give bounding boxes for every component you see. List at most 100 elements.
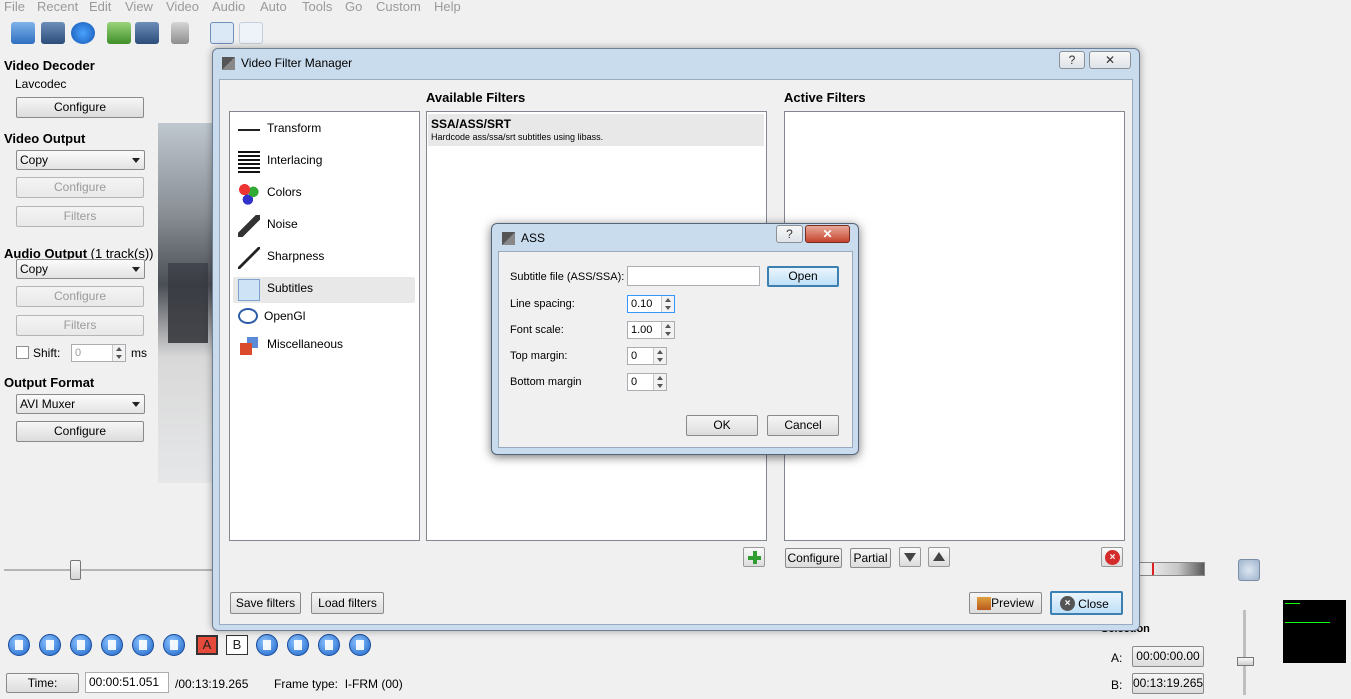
- stop-icon[interactable]: [39, 634, 61, 656]
- shift-spinbox[interactable]: 0: [71, 344, 126, 362]
- vfm-close-x-button[interactable]: ✕: [1089, 51, 1131, 69]
- menu-edit[interactable]: Edit: [89, 0, 111, 14]
- category-transform[interactable]: Transform: [236, 117, 416, 143]
- menu-custom[interactable]: Custom: [376, 0, 421, 14]
- preview-button[interactable]: Preview: [969, 592, 1042, 614]
- category-colors[interactable]: Colors: [236, 181, 416, 207]
- remove-filter-icon[interactable]: ×: [1101, 547, 1123, 567]
- top-margin-spinbox[interactable]: 0: [627, 347, 667, 365]
- output-format-configure-button[interactable]: Configure: [16, 421, 144, 442]
- spin-arrows-icon[interactable]: [661, 296, 674, 312]
- volume-marker: [1152, 563, 1154, 575]
- ass-close-x-button[interactable]: ✕: [805, 225, 850, 243]
- menu-recent[interactable]: Recent: [37, 0, 78, 14]
- volume-slider-handle[interactable]: [1237, 657, 1254, 666]
- marker-b-time-button[interactable]: 00:13:19.265: [1132, 673, 1204, 694]
- output-format-select[interactable]: AVI Muxer: [16, 394, 145, 414]
- cancel-button[interactable]: Cancel: [767, 415, 839, 436]
- shift-checkbox[interactable]: [16, 346, 29, 359]
- spin-arrows-icon[interactable]: [112, 345, 125, 361]
- timeline-track[interactable]: [4, 569, 214, 571]
- spin-arrows-icon[interactable]: [661, 322, 674, 338]
- partial-filter-button[interactable]: Partial: [850, 548, 891, 568]
- top-margin-label: Top margin:: [510, 350, 568, 362]
- line-spacing-spinbox[interactable]: 0.10: [627, 295, 675, 313]
- open-folder-green-icon[interactable]: [107, 22, 131, 44]
- set-marker-b-button[interactable]: B: [226, 635, 248, 655]
- menu-go[interactable]: Go: [345, 0, 362, 14]
- menu-view[interactable]: View: [125, 0, 153, 14]
- filter-category-list[interactable]: Transform Interlacing Colors Noise Sharp…: [229, 111, 420, 541]
- output-icon[interactable]: [239, 22, 263, 44]
- opengl-icon: [238, 308, 258, 324]
- close-button[interactable]: × Close: [1050, 591, 1123, 615]
- input-icon[interactable]: [210, 22, 234, 44]
- menu-file[interactable]: File: [4, 0, 25, 14]
- open-folder-icon[interactable]: [11, 22, 35, 44]
- menu-video[interactable]: Video: [166, 0, 199, 14]
- ok-button[interactable]: OK: [686, 415, 758, 436]
- font-scale-spinbox[interactable]: 1.00: [627, 321, 675, 339]
- prev-frame-icon[interactable]: [70, 634, 92, 656]
- calculator-icon[interactable]: [171, 22, 189, 44]
- audio-output-configure-button[interactable]: Configure: [16, 286, 144, 307]
- audio-output-filters-button[interactable]: Filters: [16, 315, 144, 336]
- spin-arrows-icon[interactable]: [653, 374, 666, 390]
- save-video-icon[interactable]: [135, 22, 159, 44]
- prev-keyframe-icon[interactable]: [132, 634, 154, 656]
- add-filter-icon[interactable]: [743, 547, 765, 567]
- load-filters-button[interactable]: Load filters: [311, 592, 384, 614]
- goto-start-icon[interactable]: [318, 634, 340, 656]
- menu-help[interactable]: Help: [434, 0, 461, 14]
- misc-icon: [238, 335, 260, 357]
- info-icon[interactable]: [71, 22, 95, 44]
- menu-auto[interactable]: Auto: [260, 0, 287, 14]
- clapper-icon: [502, 232, 515, 245]
- configure-filter-button[interactable]: Configure: [785, 548, 842, 568]
- play-icon[interactable]: [8, 634, 30, 656]
- next-frame-icon[interactable]: [101, 634, 123, 656]
- video-output-configure-button[interactable]: Configure: [16, 177, 144, 198]
- spin-arrows-icon[interactable]: [653, 348, 666, 364]
- move-down-icon[interactable]: [899, 547, 921, 567]
- category-noise[interactable]: Noise: [236, 213, 416, 239]
- video-output-select[interactable]: Copy: [16, 150, 145, 170]
- vfm-help-button[interactable]: ?: [1059, 51, 1085, 69]
- move-up-icon[interactable]: [928, 547, 950, 567]
- ass-client: Subtitle file (ASS/SSA): Open Line spaci…: [498, 251, 853, 448]
- video-output-title: Video Output: [4, 131, 86, 146]
- category-subtitles[interactable]: Subtitles: [233, 277, 415, 303]
- time-button[interactable]: Time:: [6, 673, 79, 693]
- goto-marker-b-icon[interactable]: [287, 634, 309, 656]
- bottom-margin-spinbox[interactable]: 0: [627, 373, 667, 391]
- save-icon[interactable]: [41, 22, 65, 44]
- audio-output-select[interactable]: Copy: [16, 259, 145, 279]
- preview-label: Preview: [991, 596, 1034, 610]
- category-sharpness[interactable]: Sharpness: [236, 245, 416, 271]
- ass-help-button[interactable]: ?: [776, 225, 803, 243]
- timeline-handle[interactable]: [70, 560, 81, 580]
- subtitle-file-input[interactable]: [627, 266, 760, 286]
- marker-a-time-button[interactable]: 00:00:00.00: [1132, 646, 1204, 667]
- speaker-icon[interactable]: [1238, 559, 1260, 581]
- waveform-line-top: [1285, 603, 1300, 604]
- next-keyframe-icon[interactable]: [163, 634, 185, 656]
- available-filter-item[interactable]: SSA/ASS/SRT Hardcode ass/ssa/srt subtitl…: [428, 114, 764, 146]
- open-button[interactable]: Open: [767, 266, 839, 287]
- goto-marker-a-icon[interactable]: [256, 634, 278, 656]
- category-label: Sharpness: [267, 249, 325, 263]
- category-miscellaneous[interactable]: Miscellaneous: [236, 333, 416, 359]
- volume-slider-track[interactable]: [1243, 610, 1246, 695]
- menu-audio[interactable]: Audio: [212, 0, 245, 14]
- output-format-selected: AVI Muxer: [20, 397, 76, 411]
- save-filters-button[interactable]: Save filters: [230, 592, 301, 614]
- video-output-filters-button[interactable]: Filters: [16, 206, 144, 227]
- video-decoder-configure-button[interactable]: Configure: [16, 97, 144, 118]
- current-time-field[interactable]: 00:00:51.051: [85, 672, 169, 693]
- category-opengl[interactable]: OpenGl: [236, 305, 416, 331]
- font-scale-value: 1.00: [631, 324, 653, 336]
- set-marker-a-button[interactable]: A: [196, 635, 218, 655]
- category-interlacing[interactable]: Interlacing: [236, 149, 416, 175]
- goto-end-icon[interactable]: [349, 634, 371, 656]
- menu-tools[interactable]: Tools: [302, 0, 332, 14]
